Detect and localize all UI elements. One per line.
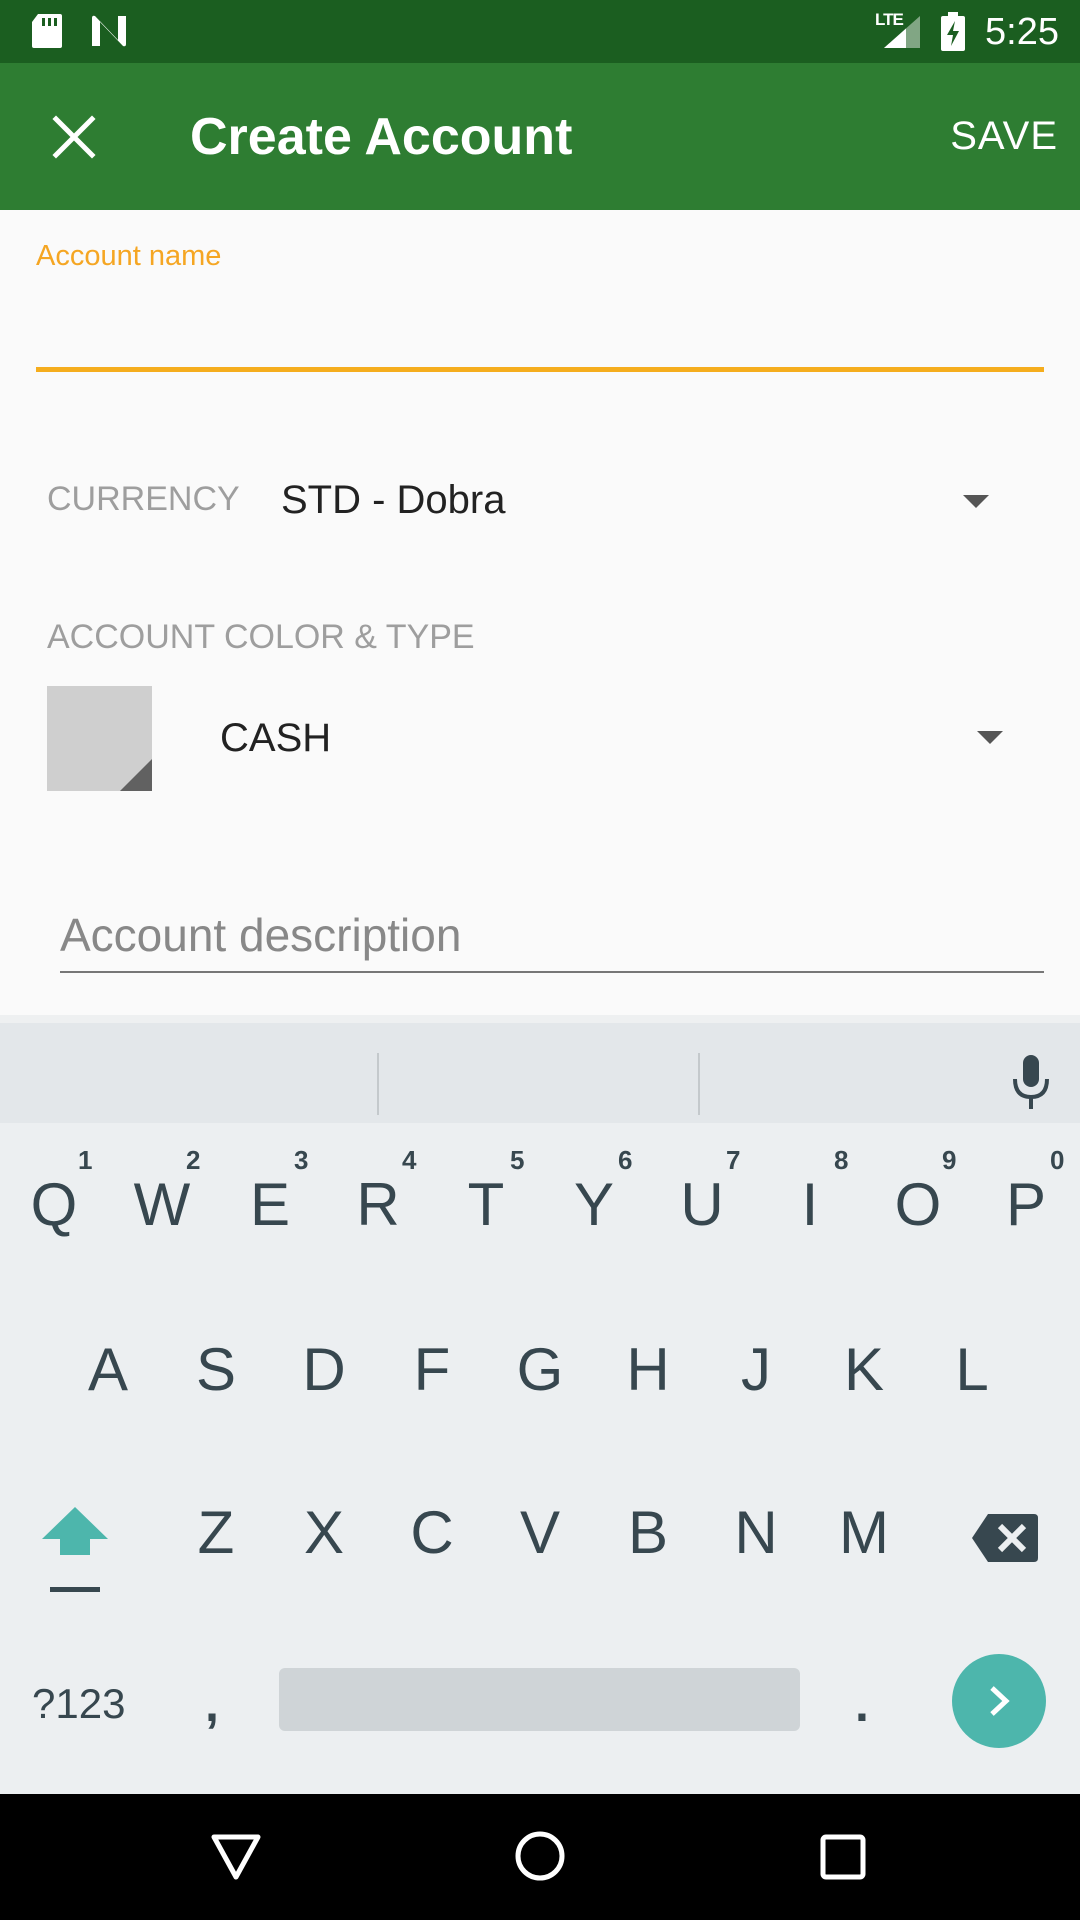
account-description-input[interactable] bbox=[60, 900, 1044, 970]
key-w[interactable]: W bbox=[117, 1170, 207, 1240]
key-t[interactable]: T bbox=[441, 1170, 531, 1240]
key-z[interactable]: Z bbox=[171, 1498, 261, 1568]
key-hint: 6 bbox=[618, 1145, 633, 1175]
key-hint: 3 bbox=[294, 1145, 309, 1175]
chevron-right-icon bbox=[990, 1686, 1010, 1716]
navigation-bar bbox=[0, 1794, 1080, 1920]
key-hint: 0 bbox=[1050, 1145, 1065, 1175]
key-e[interactable]: E bbox=[225, 1170, 315, 1240]
key-u[interactable]: U bbox=[657, 1170, 747, 1240]
key-hint: 7 bbox=[726, 1145, 741, 1175]
key-n[interactable]: N bbox=[711, 1498, 801, 1568]
key-k[interactable]: K bbox=[819, 1335, 909, 1405]
key-p[interactable]: P bbox=[981, 1170, 1071, 1240]
key-hint: 2 bbox=[186, 1145, 201, 1175]
key-l[interactable]: L bbox=[927, 1335, 1017, 1405]
status-bar: LTE 5:25 bbox=[0, 0, 1080, 63]
key-a[interactable]: A bbox=[63, 1335, 153, 1405]
key-q[interactable]: Q bbox=[9, 1170, 99, 1240]
key-v[interactable]: V bbox=[495, 1498, 585, 1568]
page-title: Create Account bbox=[190, 108, 573, 166]
key-hint: 8 bbox=[834, 1145, 849, 1175]
key-c[interactable]: C bbox=[387, 1498, 477, 1568]
key-d[interactable]: D bbox=[279, 1335, 369, 1405]
color-picker-swatch[interactable] bbox=[47, 686, 152, 791]
key-j[interactable]: J bbox=[711, 1335, 801, 1405]
signal-icon bbox=[884, 16, 920, 48]
shift-icon[interactable] bbox=[40, 1505, 110, 1595]
home-icon[interactable] bbox=[513, 1829, 567, 1883]
account-name-label: Account name bbox=[36, 240, 222, 272]
key-m[interactable]: M bbox=[819, 1498, 909, 1568]
account-name-underline bbox=[36, 367, 1044, 372]
key-f[interactable]: F bbox=[387, 1335, 477, 1405]
suggestion-divider bbox=[377, 1053, 379, 1115]
key-x[interactable]: X bbox=[279, 1498, 369, 1568]
color-type-label: ACCOUNT COLOR & TYPE bbox=[47, 618, 475, 656]
key-b[interactable]: B bbox=[603, 1498, 693, 1568]
suggestion-strip bbox=[0, 1015, 1080, 1123]
key-g[interactable]: G bbox=[495, 1335, 585, 1405]
key-o[interactable]: O bbox=[873, 1170, 963, 1240]
key-hint: 1 bbox=[78, 1145, 93, 1175]
microphone-icon[interactable] bbox=[1010, 1053, 1052, 1111]
account-name-input[interactable] bbox=[36, 290, 1044, 350]
backspace-icon[interactable] bbox=[970, 1510, 1040, 1566]
suggestion-divider bbox=[698, 1053, 700, 1115]
account-type-select[interactable]: CASH bbox=[220, 716, 331, 761]
symbols-key[interactable]: ?123 bbox=[32, 1680, 125, 1728]
recents-icon[interactable] bbox=[820, 1834, 866, 1880]
currency-label: CURRENCY bbox=[47, 480, 240, 518]
sd-card-icon bbox=[32, 14, 62, 48]
app-bar: Create Account SAVE bbox=[0, 63, 1080, 210]
account-form: Account name CURRENCY STD - Dobra ACCOUN… bbox=[0, 210, 1080, 1015]
key-hint: 5 bbox=[510, 1145, 525, 1175]
key-h[interactable]: H bbox=[603, 1335, 693, 1405]
clock: 5:25 bbox=[985, 11, 1059, 53]
chevron-down-icon[interactable] bbox=[963, 495, 989, 508]
enter-button[interactable] bbox=[952, 1654, 1046, 1748]
back-icon[interactable] bbox=[210, 1832, 262, 1882]
key-i[interactable]: I bbox=[765, 1170, 855, 1240]
swatch-corner-icon bbox=[120, 759, 152, 791]
key-hint: 9 bbox=[942, 1145, 957, 1175]
soft-keyboard: Q 1 W 2 E 3 R 4 T 5 Y 6 U 7 I 8 O 9 P 0 … bbox=[0, 1015, 1080, 1794]
key-s[interactable]: S bbox=[171, 1335, 261, 1405]
period-key[interactable]: . bbox=[855, 1675, 869, 1733]
account-description-underline bbox=[60, 971, 1044, 973]
currency-select[interactable]: STD - Dobra bbox=[281, 478, 506, 523]
key-y[interactable]: Y bbox=[549, 1170, 639, 1240]
save-button[interactable]: SAVE bbox=[950, 111, 1058, 161]
chevron-down-icon[interactable] bbox=[977, 731, 1003, 744]
key-r[interactable]: R bbox=[333, 1170, 423, 1240]
battery-charging-icon bbox=[941, 12, 965, 51]
close-icon[interactable] bbox=[50, 113, 98, 161]
n-icon bbox=[92, 15, 126, 47]
space-key[interactable] bbox=[279, 1668, 800, 1731]
comma-key[interactable]: , bbox=[205, 1675, 219, 1733]
key-hint: 4 bbox=[402, 1145, 417, 1175]
